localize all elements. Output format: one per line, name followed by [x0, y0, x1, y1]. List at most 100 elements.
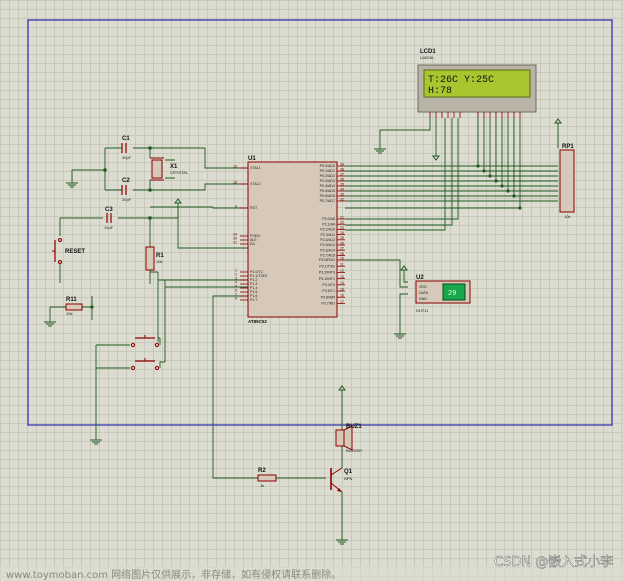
push-button-2[interactable] [130, 358, 160, 371]
mcu-pin-name: P3.3/INT1 [319, 277, 335, 281]
mcu-pin-name: P0.2/AD2 [320, 174, 335, 178]
mcu-pin-number: 35 [340, 182, 344, 186]
buzzer-model: BUZZER [346, 448, 362, 453]
transistor-ref: Q1 [344, 469, 353, 475]
mcu-right-pins: 39 P0.0/AD0 38 P0.1/AD1 37 P0.2/AD2 36 P0.3/AD3… [319, 162, 345, 306]
mcu-pin-name: P2.7/A15 [320, 254, 335, 258]
sensor-reading: 29 [448, 290, 456, 298]
watermark-text: www.toymoban.com 网络图片仅供展示，非存储，如有侵权请联系删除。 [6, 568, 341, 581]
power-symbols [174, 118, 562, 391]
mcu-pin-name: P3.1/TXD [319, 264, 335, 268]
buzzer-buz1[interactable]: BUZ1 BUZZER [335, 424, 362, 453]
mcu-pin-name: P3.4/T0 [322, 283, 335, 287]
lcd-model: LM016L [420, 55, 435, 60]
mcu-pin-name: P0.0/AD0 [320, 164, 335, 168]
mcu-pin-name: XTAL2 [250, 182, 261, 186]
r1-value: 10k [156, 259, 162, 264]
sensor-ref: U2 [416, 275, 424, 281]
mcu-ref-label: U1 [248, 156, 256, 162]
mcu-pin-number: 14 [340, 281, 344, 285]
lcd-line-2: H:78 [428, 86, 452, 97]
lcd-lm016l[interactable]: LCD1 LM016L T:26C Y:25C H:78 [417, 49, 537, 118]
sensor-pin-data: DATA [419, 291, 429, 295]
mcu-pin-name: P2.0/A8 [322, 217, 335, 221]
mcu-pin-number: 18 [233, 180, 237, 184]
mcu-pin-number: 15 [340, 287, 344, 291]
c2-value: 30pF [122, 197, 132, 202]
mcu-pin-number: 26 [340, 241, 344, 245]
mcu-pin-number: 9 [235, 204, 237, 208]
mcu-pin-name: P1.7 [250, 298, 257, 302]
resistor-pack-rp1[interactable]: RP1 10k [559, 144, 575, 219]
buzzer-ref: BUZ1 [346, 424, 362, 430]
mcu-pin-name: P0.4/AD4 [320, 184, 335, 188]
transistor-model: NPN [344, 476, 353, 481]
mcu-pin-number: 10 [340, 256, 344, 260]
r11-ref: R11 [66, 297, 77, 303]
mcu-pin-number: 37 [340, 172, 344, 176]
resistor-r1[interactable]: R1 10k [145, 246, 164, 271]
reset-button[interactable]: RESET [52, 238, 85, 264]
r2-value: 1k [260, 483, 264, 488]
push-button-1[interactable] [130, 335, 160, 348]
c3-ref: C3 [105, 207, 113, 213]
mcu-pin-number: 27 [340, 247, 344, 251]
crystal-model: CRYSTAL [170, 170, 189, 175]
mcu-pin-number: 28 [340, 252, 344, 256]
mcu-pin-number: 12 [340, 269, 344, 273]
lcd-pins [429, 112, 521, 118]
mcu-pin-number: 22 [340, 221, 344, 225]
schematic-drawing: U1 AT89C52 19 XTAL118 XTAL29 RST29 PSEN30 ALE… [0, 19, 623, 581]
mcu-pin-number: 24 [340, 231, 344, 235]
mcu-pin-number: 11 [340, 263, 344, 267]
csdn-watermark: CSDN @嵌入式小李 [494, 555, 613, 570]
mcu-pin-name: P0.3/AD3 [320, 179, 335, 183]
capacitor-c2[interactable] [121, 185, 127, 195]
mcu-pin-name: P2.1/A9 [322, 222, 335, 226]
mcu-pin-number: 21 [340, 215, 344, 219]
mcu-pin-name: P3.2/INT0 [319, 271, 335, 275]
mcu-pin-name: P3.5/T1 [322, 289, 335, 293]
mcu-pin-number: 39 [340, 162, 344, 166]
capacitor-c3[interactable] [106, 213, 112, 223]
r2-ref: R2 [258, 468, 266, 474]
crystal-x1[interactable]: X1 CRYSTAL [150, 157, 189, 181]
c1-value: 30pF [122, 155, 132, 160]
mcu-pin-name: P2.4/A12 [320, 238, 335, 242]
mcu-pin-number: 8 [235, 296, 237, 300]
mcu-pin-name: EA [250, 242, 255, 246]
resistor-r2[interactable]: R2 1k [257, 468, 277, 488]
sensor-pin-gnd: GND [419, 297, 427, 301]
c3-value: 10uF [104, 225, 114, 230]
mcu-pin-name: P0.6/AD6 [320, 194, 335, 198]
transistor-q1[interactable]: Q1 NPN [330, 467, 353, 493]
mcu-model-label: AT89C52 [248, 319, 267, 324]
rp1-value: 10k [564, 214, 570, 219]
sensor-pin-vdd: VDD [419, 285, 427, 289]
mcu-pin-number: 13 [340, 275, 344, 279]
sensor-dht11[interactable]: U2 29 VDD DATA GND DHT11 [415, 275, 471, 313]
mcu-pin-name: P2.6/A14 [320, 248, 335, 252]
resistor-r11[interactable]: R11 10k [65, 297, 83, 316]
mcu-pin-number: 23 [340, 226, 344, 230]
lcd-line-1: T:26C Y:25C [428, 75, 494, 86]
capacitor-c1[interactable] [121, 143, 127, 153]
mcu-pin-number: 19 [233, 164, 237, 168]
mcu-pin-name: P3.7/RD [321, 302, 335, 306]
mcu-pin-number: 32 [340, 197, 344, 201]
schematic-canvas[interactable]: U1 AT89C52 19 XTAL1 18 XTAL2 9 RST 29 PSEN 30 ALE… [0, 0, 623, 581]
mcu-pin-name: XTAL1 [250, 166, 261, 170]
mcu-pin-name: P2.5/A13 [320, 243, 335, 247]
c1-ref: C1 [122, 136, 130, 142]
mcu-pin-name: P2.3/A11 [320, 233, 335, 237]
mcu-pin-name: P3.0/RXD [319, 258, 335, 262]
mcu-pin-name: P2.2/A10 [320, 228, 335, 232]
c2-ref: C2 [122, 178, 130, 184]
mcu-u1[interactable]: U1 AT89C52 19 XTAL118 XTAL29 RST29 PSEN30 ALE… [233, 156, 345, 324]
mcu-pin-number: 16 [340, 294, 344, 298]
sensor-model: DHT11 [416, 308, 429, 313]
mcu-pin-number: 25 [340, 236, 344, 240]
mcu-pin-name: P0.1/AD1 [320, 169, 335, 173]
mcu-pin-number: 34 [340, 187, 344, 191]
mcu-pin-name: RST [250, 206, 258, 210]
